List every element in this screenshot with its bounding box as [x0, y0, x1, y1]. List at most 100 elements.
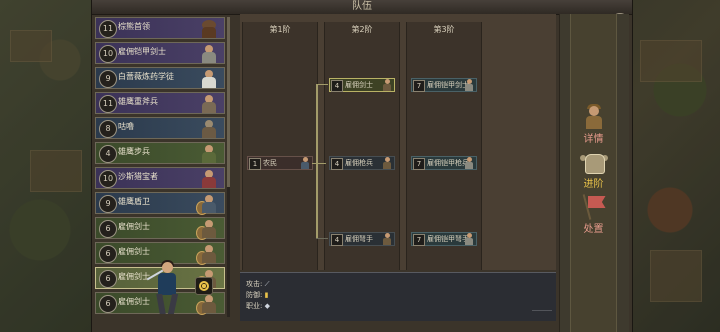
- node-level: 1: [249, 158, 261, 170]
- party-window: 队伍 ✕ 11 棕熊首领 10 雇佣铠甲剑士 9 白蔷薇炼药学徒 11 雄鹰重斧…: [91, 0, 633, 332]
- advance-label: 进阶: [583, 179, 604, 190]
- tree-node[interactable]: 7 雇佣铠甲剑士: [411, 78, 477, 92]
- node-level: 4: [331, 80, 343, 92]
- unit-portrait-icon: [196, 94, 222, 113]
- level-badge: 6: [99, 295, 117, 313]
- attack-label: 攻击:: [246, 280, 265, 288]
- unit-name: 咕噜: [118, 122, 134, 131]
- unit-portrait-icon: [196, 219, 222, 240]
- unit-portrait-icon: [196, 194, 222, 215]
- sword-icon: ⟋: [264, 280, 270, 288]
- action-panel-inner: 详情 进阶 处置: [570, 14, 617, 332]
- node-name: 雇佣剑士: [345, 81, 373, 89]
- unit-name: 棕熊首领: [118, 22, 150, 31]
- map-building: [10, 30, 52, 62]
- tier-header: 第3阶: [433, 25, 455, 34]
- unit-mini-icon: [382, 157, 392, 169]
- flag-icon: [580, 194, 608, 220]
- unit-mini-icon: [464, 79, 474, 91]
- unit-portrait-icon: [196, 19, 222, 38]
- roster-row[interactable]: 6 雇佣剑士: [95, 217, 225, 240]
- level-badge: 9: [99, 195, 117, 213]
- unit-detail-panel: 攻击: ⟋ 防御: ▮ 职业: ◆: [240, 272, 556, 321]
- level-badge: 8: [99, 120, 117, 138]
- level-badge: 11: [99, 20, 117, 38]
- roster-scrollbar[interactable]: [227, 17, 230, 317]
- tier-header: 第1阶: [269, 25, 291, 34]
- unit-mini-icon: [300, 157, 310, 169]
- node-name: 雇佣枪兵: [345, 159, 373, 167]
- node-level: 7: [413, 158, 425, 170]
- roster-row[interactable]: 8 咕噜: [95, 117, 225, 139]
- map-building: [30, 150, 82, 192]
- tree-connector: [316, 84, 328, 85]
- skill-icon[interactable]: [195, 277, 213, 295]
- unit-mini-icon: [382, 233, 392, 245]
- roster-row[interactable]: 9 雄鹰盾卫: [95, 192, 225, 215]
- tree-connector: [312, 163, 326, 164]
- unit-portrait-icon: [196, 119, 222, 138]
- unit-model-figure: [146, 258, 190, 318]
- tier-column-3: 第3阶 7 雇佣铠甲剑士 7 雇佣铠甲枪兵 7 雇佣铠甲弩手: [406, 22, 482, 270]
- node-name: 农民: [263, 159, 277, 167]
- tier-column-2: 第2阶 4 雇佣剑士 4 雇佣枪兵 4 雇佣弩手: [324, 22, 400, 270]
- level-badge: 6: [99, 270, 117, 288]
- title-bar: 队伍: [92, 0, 632, 15]
- unit-portrait-icon: [196, 69, 222, 88]
- roster-row[interactable]: 11 雄鹰重斧兵: [95, 92, 225, 114]
- unit-portrait-icon: [196, 44, 222, 63]
- level-badge: 10: [99, 45, 117, 63]
- node-name: 雇佣铠甲枪兵: [427, 159, 469, 167]
- defense-label: 防御:: [246, 291, 265, 299]
- roster-row[interactable]: 11 棕熊首领: [95, 17, 225, 39]
- tree-node[interactable]: 4 雇佣枪兵: [329, 156, 395, 170]
- tree-node[interactable]: 7 雇佣铠甲弩手: [411, 232, 477, 246]
- defense-stat: 防御: ▮: [246, 290, 268, 300]
- tree-node[interactable]: 4 雇佣弩手: [329, 232, 395, 246]
- level-badge: 6: [99, 245, 117, 263]
- unit-name: 雇佣剑士: [118, 222, 150, 231]
- action-panel: 详情 进阶 处置: [559, 14, 629, 332]
- unit-name: 雄鹰步兵: [118, 147, 150, 156]
- tier-header: 第2阶: [351, 25, 373, 34]
- attack-stat: 攻击: ⟋: [246, 279, 270, 289]
- upgrade-tree: 第1阶 1 农民 第2阶 4 雇佣剑士 4 雇佣枪兵 4 雇佣弩手 第3阶 7 …: [240, 14, 556, 270]
- roster-row[interactable]: 4 雄鹰步兵: [95, 142, 225, 164]
- map-building: [650, 250, 702, 302]
- shield-icon: ▮: [264, 291, 269, 299]
- tree-node[interactable]: 7 雇佣铠甲枪兵: [411, 156, 477, 170]
- node-name: 雇佣弩手: [345, 235, 373, 243]
- unit-name: 雄鹰盾卫: [118, 197, 150, 206]
- level-badge: 10: [99, 170, 117, 188]
- advance-button[interactable]: 进阶: [571, 149, 616, 190]
- tree-connector: [316, 84, 318, 238]
- roster-row[interactable]: 10 雇佣铠甲剑士: [95, 42, 225, 64]
- armor-icon: [579, 149, 608, 175]
- roster-row[interactable]: 10 沙斯猎宝者: [95, 167, 225, 189]
- level-badge: 4: [99, 145, 117, 163]
- unit-name: 雇佣剑士: [118, 247, 150, 256]
- roster-row[interactable]: 9 白蔷薇炼药学徒: [95, 67, 225, 89]
- profession-label: 职业:: [246, 302, 265, 310]
- scrollbar-thumb[interactable]: [227, 17, 230, 187]
- node-level: 7: [413, 80, 425, 92]
- unit-portrait-icon: [196, 244, 222, 265]
- unit-portrait-icon: [196, 169, 222, 188]
- unit-mini-icon: [382, 79, 392, 91]
- node-level: 4: [331, 158, 343, 170]
- tree-connector: [316, 238, 328, 239]
- level-badge: 6: [99, 220, 117, 238]
- dispose-button[interactable]: 处置: [571, 194, 616, 235]
- soldier-portrait-icon: [580, 104, 608, 130]
- node-level: 4: [331, 234, 343, 246]
- unit-name: 沙斯猎宝者: [118, 172, 158, 181]
- level-badge: 11: [99, 95, 117, 113]
- unit-name: 雇佣铠甲剑士: [118, 47, 166, 56]
- tier-column-1: 第1阶 1 农民: [242, 22, 318, 270]
- map-building: [640, 40, 702, 82]
- tree-node-selected[interactable]: 4 雇佣剑士: [329, 78, 395, 92]
- tree-node-peasant[interactable]: 1 农民: [247, 156, 313, 170]
- details-button[interactable]: 详情: [571, 104, 616, 145]
- unit-name: 白蔷薇炼药学徒: [118, 72, 174, 81]
- node-level: 7: [413, 234, 425, 246]
